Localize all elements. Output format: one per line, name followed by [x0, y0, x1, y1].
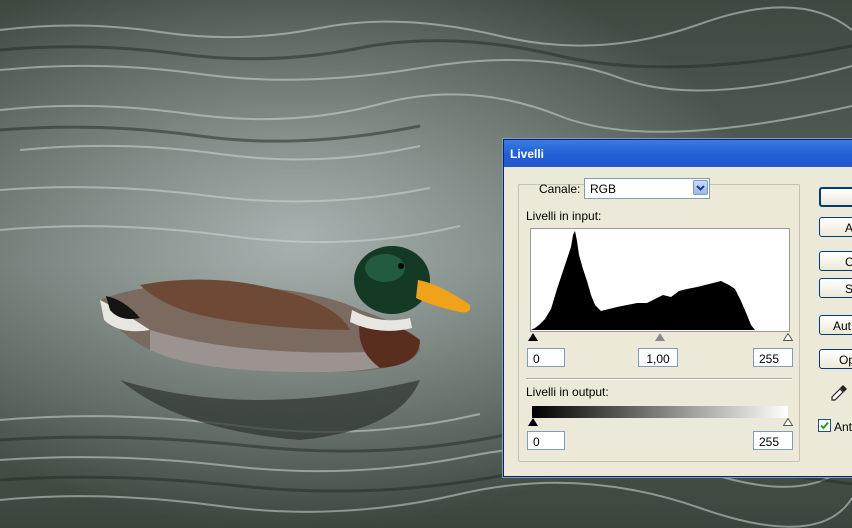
- output-white-slider[interactable]: [783, 418, 793, 426]
- load-button-label: Ca: [845, 255, 852, 269]
- options-button-label: Op: [839, 353, 852, 367]
- input-black-field[interactable]: 0: [527, 348, 565, 367]
- auto-button-label: Aut: [833, 319, 852, 333]
- input-white-field[interactable]: 255: [753, 348, 793, 367]
- save-button-label: Sa: [845, 282, 852, 296]
- input-black-slider[interactable]: [528, 333, 538, 341]
- save-button[interactable]: Sa: [819, 278, 852, 298]
- output-black-field[interactable]: 0: [527, 431, 565, 450]
- preview-label: Ant: [834, 420, 852, 434]
- channel-select[interactable]: RGB: [584, 178, 710, 199]
- output-black-slider[interactable]: [528, 418, 538, 426]
- levels-dialog: Livelli Canale: RGB Livelli in input: 0 …: [503, 139, 852, 477]
- chevron-down-icon[interactable]: [693, 180, 708, 195]
- preview-checkbox[interactable]: [818, 419, 831, 432]
- histogram: [530, 228, 790, 332]
- ok-button[interactable]: [819, 187, 852, 207]
- input-white-slider[interactable]: [783, 333, 793, 341]
- options-button[interactable]: Op: [819, 349, 852, 369]
- output-white-field[interactable]: 255: [753, 431, 793, 450]
- title-bar[interactable]: Livelli: [504, 140, 852, 167]
- input-white-value: 255: [759, 352, 780, 366]
- input-gamma-slider[interactable]: [655, 333, 665, 341]
- output-gradient: [532, 406, 788, 418]
- input-black-value: 0: [533, 352, 540, 366]
- eyedropper-icon[interactable]: [829, 383, 849, 403]
- output-black-value: 0: [533, 435, 540, 449]
- output-levels-label: Livelli in output:: [526, 385, 609, 399]
- checkmark-icon: [820, 421, 829, 430]
- cancel-button-label: A: [845, 221, 852, 235]
- input-gamma-field[interactable]: 1,00: [638, 348, 678, 367]
- channel-value: RGB: [590, 182, 617, 196]
- input-levels-label: Livelli in input:: [526, 209, 602, 223]
- separator: [526, 378, 792, 380]
- input-gamma-value: 1,00: [646, 352, 670, 366]
- cancel-button[interactable]: A: [819, 217, 852, 237]
- histogram-shape: [531, 231, 755, 330]
- auto-button[interactable]: Aut: [819, 315, 852, 335]
- dialog-title: Livelli: [510, 147, 545, 161]
- load-button[interactable]: Ca: [819, 251, 852, 271]
- channel-label: Canale:: [539, 182, 581, 196]
- output-white-value: 255: [759, 435, 780, 449]
